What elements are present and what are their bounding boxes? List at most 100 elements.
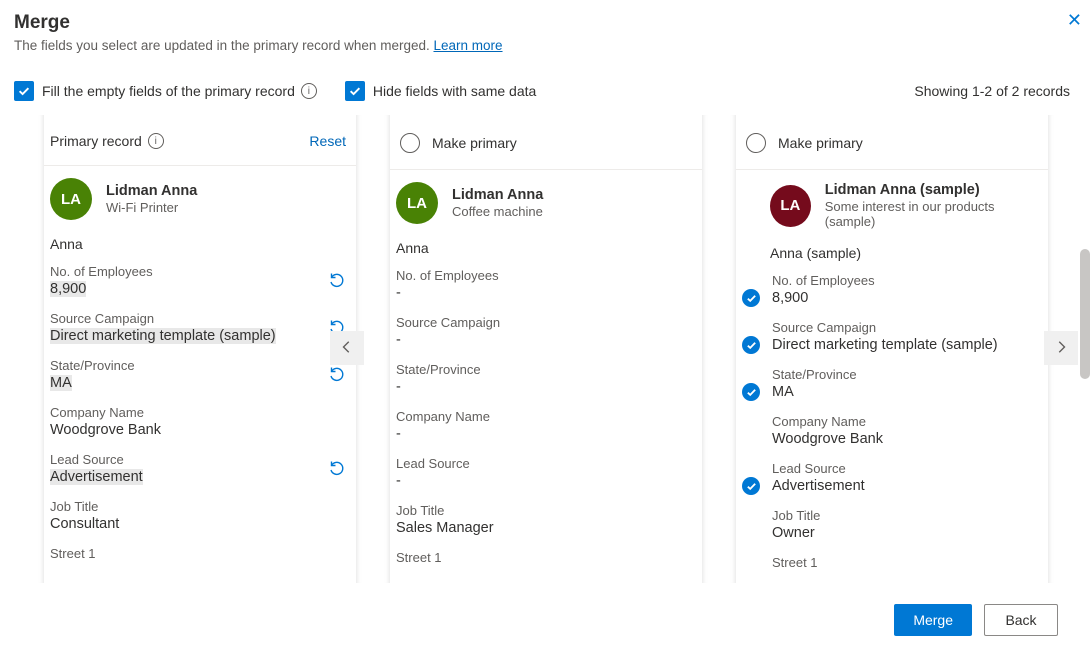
field-row: State/ProvinceMA xyxy=(50,358,350,391)
field-row: Source Campaign Direct marketing template… xyxy=(770,320,1042,353)
field-label: Street 1 xyxy=(396,550,696,565)
field-row: Street 1 xyxy=(396,550,696,565)
candidate-record-card: Make primaryLALidman AnnaCoffee machineA… xyxy=(390,115,702,583)
field-row: Job TitleConsultant xyxy=(50,499,350,532)
record-topic: Coffee machine xyxy=(452,204,543,219)
field-value: - xyxy=(396,285,696,301)
field-value: - xyxy=(396,379,696,395)
undo-button[interactable] xyxy=(324,456,350,482)
field-row: State/Province MA xyxy=(770,367,1042,400)
field-value[interactable]: MA xyxy=(772,384,1042,400)
field-label: State/Province xyxy=(396,362,696,377)
field-label: Lead Source xyxy=(396,456,696,471)
field-value: Woodgrove Bank xyxy=(772,431,1042,447)
field-row: No. of Employees - xyxy=(396,268,696,301)
field-label: No. of Employees xyxy=(772,273,1042,288)
field-label: Job Title xyxy=(396,503,696,518)
checkmark-icon xyxy=(345,81,365,101)
field-label: Job Title xyxy=(772,508,1042,523)
selected-check-icon xyxy=(742,289,760,307)
field-value[interactable]: 8,900 xyxy=(772,290,1042,306)
selected-check-icon xyxy=(742,477,760,495)
primary-record-card: Primary record i Reset LA Lidman AnnaWi-Fi P… xyxy=(44,115,356,583)
make-primary-label[interactable]: Make primary xyxy=(778,135,863,151)
field-value: Woodgrove Bank xyxy=(50,422,350,438)
field-value[interactable]: MA xyxy=(50,375,350,391)
field-value[interactable]: Advertisement xyxy=(772,478,1042,494)
first-name-value: Anna (sample) xyxy=(764,243,1048,273)
info-icon: i xyxy=(148,133,164,149)
field-label: Job Title xyxy=(50,499,350,514)
selected-check-icon xyxy=(742,336,760,354)
field-row: No. of Employees8,900 xyxy=(50,264,350,297)
field-row: Job Title Sales Manager xyxy=(396,503,696,536)
field-label: Source Campaign xyxy=(772,320,1042,335)
field-value: - xyxy=(396,332,696,348)
field-row: Street 1 xyxy=(770,555,1042,570)
field-label: Company Name xyxy=(772,414,1042,429)
field-label: State/Province xyxy=(772,367,1042,382)
dialog-subtitle: The fields you select are updated in the… xyxy=(14,38,1078,53)
field-label: Company Name xyxy=(50,405,350,420)
field-value: Sales Manager xyxy=(396,520,696,536)
field-label: Street 1 xyxy=(50,546,350,561)
field-row: Company Name - xyxy=(396,409,696,442)
avatar: LA xyxy=(50,178,92,220)
field-label: Source Campaign xyxy=(50,311,350,326)
field-label: Company Name xyxy=(396,409,696,424)
field-row: Source Campaign - xyxy=(396,315,696,348)
field-label: Lead Source xyxy=(772,461,1042,476)
field-row: Company Name Woodgrove Bank xyxy=(50,405,350,438)
avatar: LA xyxy=(396,182,438,224)
field-row: State/Province - xyxy=(396,362,696,395)
checkmark-icon xyxy=(14,81,34,101)
learn-more-link[interactable]: Learn more xyxy=(433,38,502,53)
back-button[interactable]: Back xyxy=(984,604,1058,636)
fill-empty-checkbox[interactable]: Fill the empty fields of the primary rec… xyxy=(14,81,317,101)
undo-button[interactable] xyxy=(324,362,350,388)
field-label: Lead Source xyxy=(50,452,350,467)
make-primary-radio[interactable] xyxy=(400,133,420,153)
field-label: Street 1 xyxy=(772,555,1042,570)
record-count: Showing 1-2 of 2 records xyxy=(914,83,1070,99)
field-value: Owner xyxy=(772,525,1042,541)
make-primary-label[interactable]: Make primary xyxy=(432,135,517,151)
record-name: Lidman Anna (sample) xyxy=(825,182,1042,198)
first-name-value: Anna xyxy=(390,238,702,268)
close-icon: ✕ xyxy=(1067,10,1082,30)
undo-icon xyxy=(327,458,347,481)
record-topic: Some interest in our products (sample) xyxy=(825,199,1042,229)
undo-icon xyxy=(327,270,347,293)
undo-icon xyxy=(327,364,347,387)
reset-link[interactable]: Reset xyxy=(309,133,346,149)
scrollbar[interactable] xyxy=(1080,249,1090,379)
avatar: LA xyxy=(770,185,811,227)
field-value: - xyxy=(396,473,696,489)
record-topic: Wi-Fi Printer xyxy=(106,200,197,215)
field-value: - xyxy=(396,426,696,442)
undo-button[interactable] xyxy=(324,268,350,294)
next-record-button[interactable] xyxy=(1044,331,1078,365)
info-icon: i xyxy=(301,83,317,99)
field-row: No. of Employees 8,900 xyxy=(770,273,1042,306)
close-button[interactable]: ✕ xyxy=(1067,10,1082,31)
hide-same-checkbox[interactable]: Hide fields with same data xyxy=(345,81,536,101)
field-label: No. of Employees xyxy=(396,268,696,283)
make-primary-radio[interactable] xyxy=(746,133,766,153)
first-name-value: Anna xyxy=(44,234,356,264)
field-row: Lead Source Advertisement xyxy=(770,461,1042,494)
chevron-right-icon xyxy=(1054,340,1068,357)
previous-record-button[interactable] xyxy=(330,331,364,365)
field-row: Lead Source - xyxy=(396,456,696,489)
field-value[interactable]: Direct marketing template (sample) xyxy=(50,328,350,344)
field-row: Company Name Woodgrove Bank xyxy=(770,414,1042,447)
primary-record-label: Primary record xyxy=(50,133,142,149)
chevron-left-icon xyxy=(340,340,354,357)
merge-button[interactable]: Merge xyxy=(894,604,972,636)
record-name: Lidman Anna xyxy=(106,183,197,199)
field-value[interactable]: Advertisement xyxy=(50,469,350,485)
field-value[interactable]: Direct marketing template (sample) xyxy=(772,337,1042,353)
field-label: Source Campaign xyxy=(396,315,696,330)
field-value[interactable]: 8,900 xyxy=(50,281,350,297)
selected-check-icon xyxy=(742,383,760,401)
